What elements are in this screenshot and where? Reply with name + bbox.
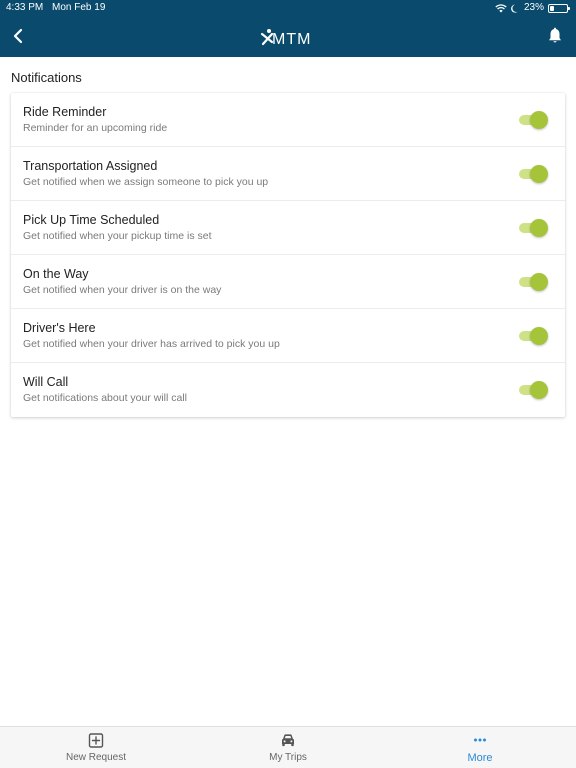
notification-row-on-the-way: On the Way Get notified when your driver… — [11, 255, 565, 309]
ride-reminder-toggle[interactable] — [519, 111, 548, 129]
tab-more[interactable]: More — [384, 727, 576, 768]
notifications-card: Ride Reminder Reminder for an upcoming r… — [11, 93, 565, 417]
battery-icon — [548, 3, 570, 13]
transportation-assigned-toggle[interactable] — [519, 165, 548, 183]
toggle-thumb — [530, 327, 548, 345]
notification-subtitle: Get notifications about your will call — [23, 392, 187, 404]
will-call-toggle[interactable] — [519, 381, 548, 399]
app-root: 4:33 PM Mon Feb 19 23% MTM Notifications… — [0, 0, 576, 768]
battery-percent: 23% — [523, 2, 544, 13]
notification-row-pick-up-time-scheduled: Pick Up Time Scheduled Get notified when… — [11, 201, 565, 255]
tab-label: New Request — [65, 752, 127, 763]
chevron-left-icon — [13, 28, 23, 44]
notification-subtitle: Get notified when we assign someone to p… — [23, 176, 269, 188]
notification-subtitle: Get notified when your driver is on the … — [23, 284, 222, 296]
notification-row-ride-reminder: Ride Reminder Reminder for an upcoming r… — [11, 93, 565, 147]
notification-subtitle: Get notified when your driver has arrive… — [23, 338, 280, 350]
battery-fill — [550, 5, 554, 11]
notification-row-will-call: Will Call Get notifications about your w… — [11, 363, 565, 417]
toggle-thumb — [530, 381, 548, 399]
tab-new-request[interactable]: New Request — [0, 727, 192, 768]
tab-label: My Trips — [269, 752, 307, 763]
more-dots-icon — [473, 733, 487, 752]
tab-my-trips[interactable]: My Trips — [192, 727, 384, 768]
toggle-thumb — [530, 165, 548, 183]
bell-icon — [549, 27, 561, 43]
notification-row-drivers-here: Driver's Here Get notified when your dri… — [11, 309, 565, 363]
status-time: 4:33 PM — [6, 2, 44, 13]
notification-row-transportation-assigned: Transportation Assigned Get notified whe… — [11, 147, 565, 201]
status-date: Mon Feb 19 — [52, 2, 106, 13]
notification-title: Will Call — [23, 375, 69, 389]
notification-title: Pick Up Time Scheduled — [23, 213, 160, 227]
drivers-here-toggle[interactable] — [519, 327, 548, 345]
car-icon — [280, 733, 296, 752]
status-left: 4:33 PM Mon Feb 19 — [6, 0, 111, 16]
back-button[interactable] — [8, 26, 28, 46]
logo-mark-icon — [260, 28, 274, 50]
notification-subtitle: Reminder for an upcoming ride — [23, 122, 168, 134]
moon-icon — [511, 4, 520, 13]
notification-title: On the Way — [23, 267, 89, 281]
toggle-thumb — [530, 111, 548, 129]
plus-square-icon — [88, 733, 104, 753]
notification-title: Driver's Here — [23, 321, 96, 335]
app-header: 4:33 PM Mon Feb 19 23% MTM — [0, 0, 576, 57]
section-title: Notifications — [11, 70, 82, 85]
tab-label: More — [467, 752, 493, 764]
on-the-way-toggle[interactable] — [519, 273, 548, 291]
toggle-thumb — [530, 219, 548, 237]
status-bar: 4:33 PM Mon Feb 19 23% — [0, 0, 576, 16]
notification-subtitle: Get notified when your pickup time is se… — [23, 230, 212, 242]
logo-text: MTM — [272, 31, 312, 48]
mtm-logo: MTM — [260, 24, 311, 50]
status-right: 23% — [495, 0, 570, 16]
toggle-thumb — [530, 273, 548, 291]
wifi-icon — [495, 3, 507, 13]
notifications-bell-button[interactable] — [546, 27, 564, 45]
bottom-tab-bar: New Request My Trips More — [0, 726, 576, 768]
notification-title: Transportation Assigned — [23, 159, 158, 173]
pick-up-time-scheduled-toggle[interactable] — [519, 219, 548, 237]
notification-title: Ride Reminder — [23, 105, 107, 119]
